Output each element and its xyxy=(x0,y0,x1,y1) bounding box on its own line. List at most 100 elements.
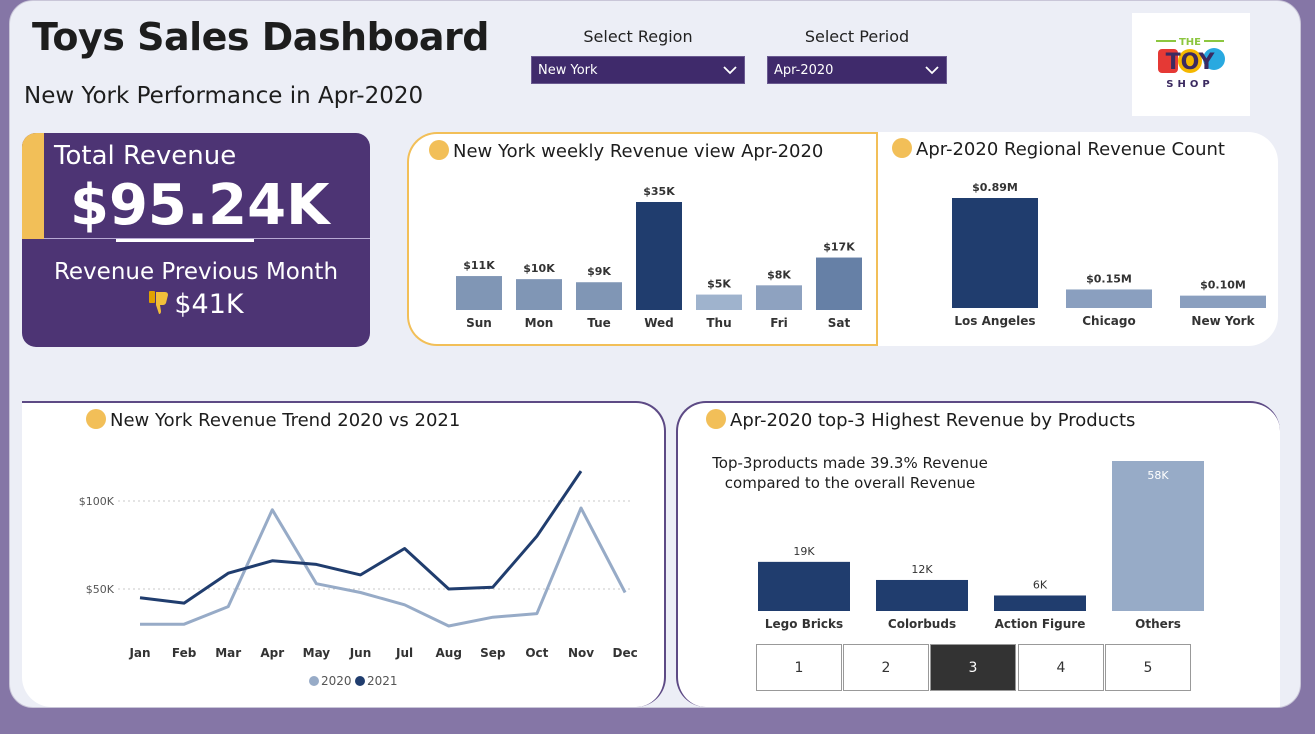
bar xyxy=(758,561,850,611)
bar-data-label: $9K xyxy=(587,265,611,278)
pager-button-label: 4 xyxy=(1056,659,1066,676)
dashboard-title: Toys Sales Dashboard xyxy=(32,15,490,59)
category-label: Action Figure xyxy=(995,617,1086,631)
dashboard-frame: Toys Sales Dashboard New York Performanc… xyxy=(9,0,1301,708)
period-slicer-label: Select Period xyxy=(804,27,910,46)
category-label: Chicago xyxy=(1082,314,1136,328)
legend-label: 2020 xyxy=(321,674,352,688)
chevron-down-icon xyxy=(925,66,939,75)
bar xyxy=(576,282,622,310)
bar xyxy=(636,202,682,310)
bar xyxy=(876,579,968,611)
region-slicer: Select Region New York xyxy=(531,27,745,84)
x-tick-label: Jul xyxy=(395,646,413,660)
chevron-down-icon xyxy=(723,66,737,75)
bar-data-label: $0.15M xyxy=(1086,272,1132,285)
regional-revenue-card: Apr-2020 Regional Revenue Count $0.89M Lo… xyxy=(878,132,1278,346)
bar xyxy=(994,595,1086,611)
bar-data-label: $35K xyxy=(643,185,675,198)
kpi-value: $95.24K xyxy=(70,173,330,238)
bar-data-label: $0.10M xyxy=(1200,279,1246,292)
bar xyxy=(756,285,802,310)
weekly-revenue-chart: $11K Sun $10K Mon $9K Tue $35K Wed $5K Thu $8K Fri $… xyxy=(456,185,862,330)
x-tick-label: Nov xyxy=(568,646,594,660)
bar xyxy=(1180,295,1266,308)
weekly-revenue-card: New York weekly Revenue view Apr-2020 $1… xyxy=(407,132,879,346)
legend-swatch xyxy=(355,676,365,686)
pager-button-3[interactable]: 3 xyxy=(930,644,1016,691)
insight-text: Top-3products made 39.3% Revenue compare… xyxy=(712,454,988,492)
series-line-2020 xyxy=(140,506,627,628)
revenue-trend-card: New York Revenue Trend 2020 vs 2021 $100… xyxy=(22,401,666,707)
region-dropdown-value: New York xyxy=(538,62,598,78)
dashboard-subtitle: New York Performance in Apr-2020 xyxy=(24,83,424,109)
category-label: Others xyxy=(1135,617,1181,631)
x-tick-label: Feb xyxy=(172,646,197,660)
bar-data-label: 58K xyxy=(1147,469,1169,482)
x-tick-label: Jun xyxy=(349,646,372,660)
pager-button-5[interactable]: 5 xyxy=(1105,644,1191,691)
bar-data-label: $0.89M xyxy=(972,181,1018,194)
bar xyxy=(1066,289,1152,308)
period-slicer: Select Period Apr-2020 xyxy=(767,27,947,84)
pager-button-label: 2 xyxy=(881,659,891,676)
x-tick-label: Dec xyxy=(612,646,637,660)
thumbs-down-icon xyxy=(149,291,169,314)
category-label: Colorbuds xyxy=(888,617,956,631)
category-label: Los Angeles xyxy=(954,314,1035,328)
category-label: Sat xyxy=(828,316,851,330)
x-tick-label: Apr xyxy=(260,646,284,660)
pager-button-2[interactable]: 2 xyxy=(843,644,929,691)
bar xyxy=(1112,461,1204,611)
category-label: Sun xyxy=(466,316,492,330)
logo-line2: TOY xyxy=(1166,50,1216,75)
bar-data-label: $17K xyxy=(823,241,855,254)
kpi-accent-bar xyxy=(22,133,44,239)
pager-button-label: 5 xyxy=(1143,659,1153,676)
bar-data-label: $10K xyxy=(523,262,555,275)
bar-data-label: $11K xyxy=(463,259,495,272)
toy-shop-logo: THE TOY SHOP xyxy=(1132,13,1250,116)
x-tick-label: Sep xyxy=(480,646,506,660)
regional-revenue-chart: $0.89M Los Angeles $0.15M Chicago $0.10M New … xyxy=(952,181,1266,328)
legend-label: 2021 xyxy=(367,674,398,688)
category-label: New York xyxy=(1191,314,1255,328)
category-label: Mon xyxy=(525,316,554,330)
category-label: Fri xyxy=(770,316,787,330)
category-label: Wed xyxy=(644,316,674,330)
kpi-underline xyxy=(116,239,254,242)
y-tick-label: $50K xyxy=(86,583,115,596)
x-tick-label: Oct xyxy=(525,646,548,660)
kpi-prev-row: $41K xyxy=(22,289,370,320)
pager-button-label: 1 xyxy=(794,659,804,676)
region-slicer-label: Select Region xyxy=(583,27,693,46)
total-revenue-card: Total Revenue $95.24K Revenue Previous M… xyxy=(22,133,370,347)
period-dropdown[interactable]: Apr-2020 xyxy=(767,56,947,84)
bar xyxy=(952,198,1038,308)
kpi-prev-value: $41K xyxy=(174,289,244,320)
category-label: Thu xyxy=(706,316,731,330)
bar-data-label: 6K xyxy=(1033,578,1048,591)
kpi-title: Total Revenue xyxy=(54,141,237,171)
bar-data-label: 12K xyxy=(911,563,933,576)
region-dropdown[interactable]: New York xyxy=(531,56,745,84)
bar-data-label: $5K xyxy=(707,278,731,291)
kpi-prev-label: Revenue Previous Month xyxy=(53,259,339,285)
x-tick-label: May xyxy=(303,646,331,660)
category-label: Lego Bricks xyxy=(765,617,843,631)
bar-data-label: 19K xyxy=(793,545,815,558)
x-tick-label: Jan xyxy=(128,646,150,660)
pager-button-1[interactable]: 1 xyxy=(756,644,842,691)
bar xyxy=(816,257,862,310)
bar-data-label: $8K xyxy=(767,268,791,281)
x-tick-label: Mar xyxy=(215,646,241,660)
toy-shop-logo-graphic: THE TOY SHOP xyxy=(1156,37,1225,90)
revenue-trend-chart: $100K $50K Jan Feb Mar Apr May Jun Jul Aug Sep Oct N… xyxy=(79,470,638,688)
legend-swatch xyxy=(309,676,319,686)
bar xyxy=(696,294,742,310)
bar xyxy=(456,276,502,310)
period-dropdown-value: Apr-2020 xyxy=(774,62,834,78)
pager-button-4[interactable]: 4 xyxy=(1018,644,1104,691)
y-tick-label: $100K xyxy=(79,495,115,508)
x-tick-label: Aug xyxy=(435,646,461,660)
